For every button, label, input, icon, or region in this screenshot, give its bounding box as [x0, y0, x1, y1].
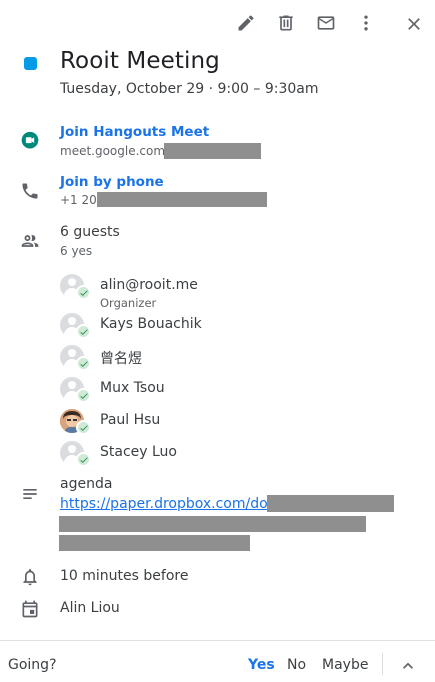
email-guests-button[interactable] [314, 11, 338, 35]
guests-count: 6 guests [60, 224, 120, 240]
footer-vertical-divider [382, 653, 383, 675]
bell-icon [20, 567, 40, 587]
event-title: Rooit Meeting [60, 48, 220, 74]
rsvp-yes-button[interactable]: Yes [248, 657, 275, 673]
mail-icon [317, 16, 335, 30]
redacted-block [97, 192, 267, 207]
rsvp-maybe-button[interactable]: Maybe [322, 657, 368, 673]
redacted-block [59, 516, 366, 532]
pencil-icon [238, 15, 254, 31]
more-options-button[interactable] [354, 11, 378, 35]
event-datetime: Tuesday, October 29 · 9:00 – 9:30am [60, 81, 319, 97]
event-color-chip [24, 57, 37, 70]
guest-role: Organizer [100, 296, 157, 310]
footer-divider [0, 640, 435, 641]
guest-item[interactable]: Paul Hsu [60, 409, 260, 439]
guest-name: Paul Hsu [100, 412, 161, 428]
guest-name: Kays Bouachik [100, 316, 202, 332]
phone-icon [20, 181, 40, 201]
accepted-check-icon [76, 452, 91, 467]
accepted-check-icon [76, 285, 91, 300]
chevron-up-icon [403, 662, 413, 669]
hangouts-url: meet.google.com/ [60, 144, 170, 158]
join-hangouts-link[interactable]: Join Hangouts Meet [60, 124, 209, 140]
accepted-check-icon [76, 388, 91, 403]
redacted-block [267, 495, 394, 512]
accepted-check-icon [76, 420, 91, 435]
close-icon [408, 18, 420, 30]
guest-name: alin@rooit.me [100, 277, 198, 293]
description-text: agenda [60, 476, 113, 492]
description-icon [20, 484, 40, 504]
reminder-text: 10 minutes before [60, 568, 189, 584]
calendar-icon [20, 599, 40, 619]
more-vert-icon [364, 15, 368, 31]
close-button[interactable] [402, 12, 426, 36]
expand-button[interactable] [396, 654, 420, 678]
guest-item[interactable]: alin@rooit.me Organizer [60, 274, 260, 310]
trash-icon [279, 15, 293, 31]
calendar-owner: Alin Liou [60, 600, 120, 616]
guest-name: Stacey Luo [100, 444, 177, 460]
guests-summary: 6 yes [60, 244, 93, 258]
hangouts-meet-icon [20, 131, 40, 151]
redacted-block [164, 143, 261, 159]
guest-item[interactable]: Mux Tsou [60, 377, 260, 407]
guest-name: 曾名煜 [100, 351, 142, 367]
accepted-check-icon [76, 324, 91, 339]
guest-name: Mux Tsou [100, 380, 165, 396]
guest-item[interactable]: Kays Bouachik [60, 313, 260, 343]
delete-button[interactable] [274, 11, 298, 35]
guest-item[interactable]: 曾名煜 [60, 345, 260, 375]
guest-item[interactable]: Stacey Luo [60, 441, 260, 471]
accepted-check-icon [76, 356, 91, 371]
description-link[interactable]: https://paper.dropbox.com/doc/ [60, 496, 280, 512]
rsvp-no-button[interactable]: No [287, 657, 306, 673]
edit-button[interactable] [234, 11, 258, 35]
join-by-phone-link[interactable]: Join by phone [60, 174, 164, 190]
redacted-block [59, 535, 250, 551]
going-label: Going? [8, 657, 57, 673]
people-icon [20, 231, 40, 251]
